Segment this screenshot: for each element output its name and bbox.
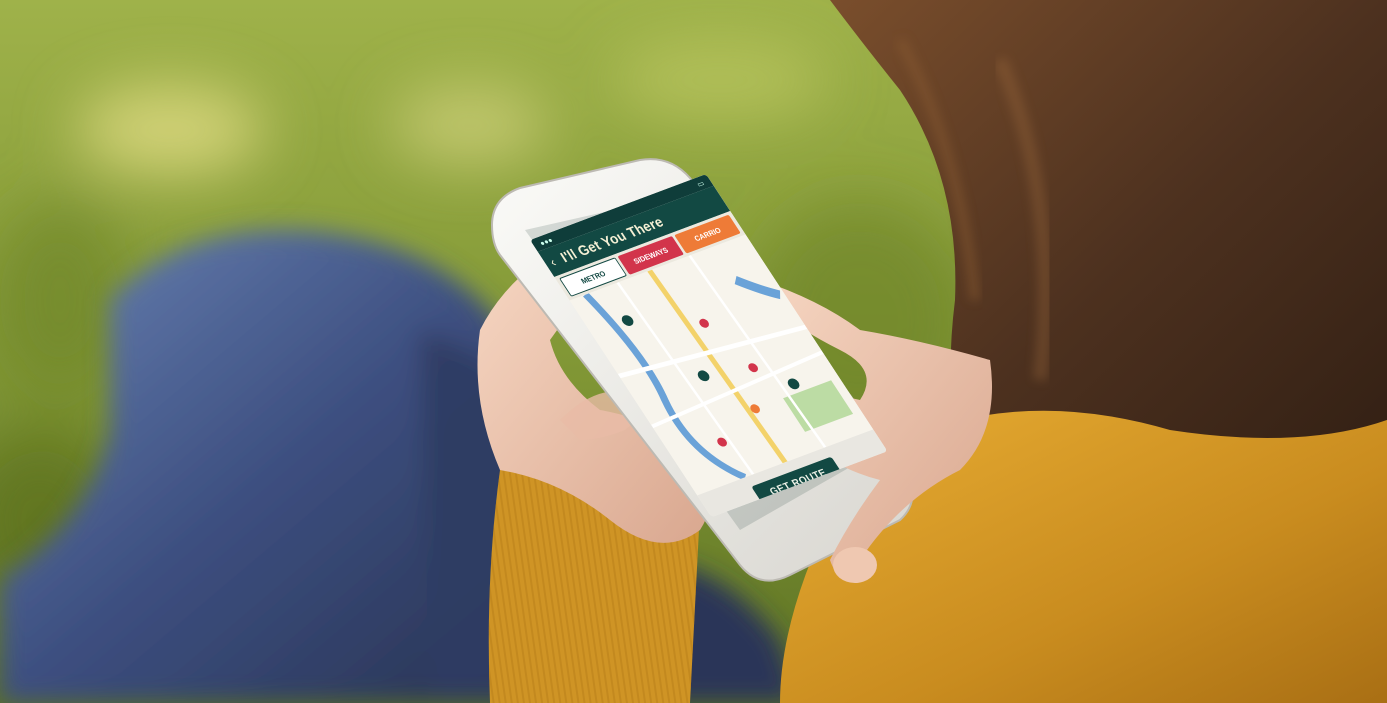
photo-scene: ●●● ▭ ‹ I'll Get You There METRO SIDEWAY… [0, 0, 1387, 703]
battery-icon: ▭ [694, 178, 706, 189]
